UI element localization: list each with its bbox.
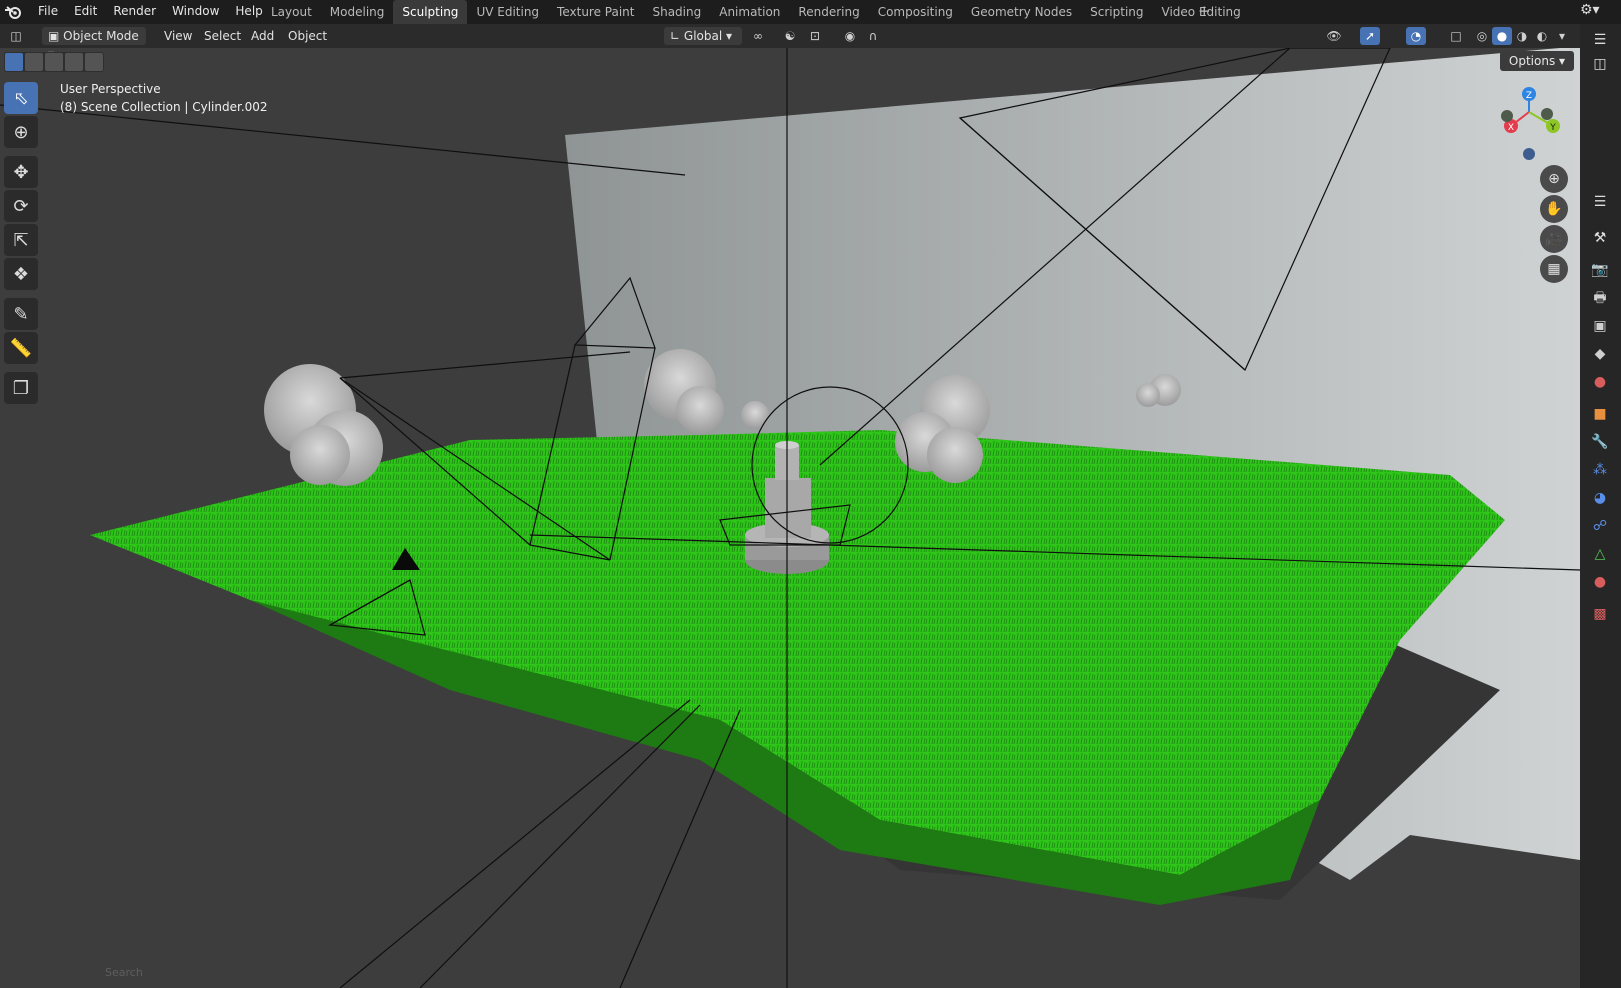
viewport-header: ◫ ▣ Object Mode ▾ View Select Add Object… [0, 24, 1580, 61]
menu-object[interactable]: Object [288, 27, 327, 45]
tab-animation[interactable]: Animation [710, 0, 789, 24]
tab-rendering[interactable]: Rendering [789, 0, 868, 24]
pivot-icon[interactable]: ∞ [748, 27, 768, 45]
blender-logo-icon[interactable] [4, 3, 22, 21]
tab-layout[interactable]: Layout [262, 0, 321, 24]
ortho-grid-icon[interactable]: ▦ [1540, 255, 1568, 283]
main-menu: File Edit Render Window Help [30, 0, 271, 24]
gizmo-y-label: Y [1549, 123, 1556, 133]
tool-shelf: ⬁ ⊕ ✥ ⟳ ⇱ ❖ ✎ 📏 ❐ [4, 82, 42, 406]
chevron-down-icon: ▾ [1559, 54, 1566, 68]
tab-sculpting[interactable]: Sculpting [393, 0, 468, 24]
proportional-edit-icon[interactable]: ◉ [840, 27, 860, 45]
chevron-down-icon: ▾ [726, 29, 733, 43]
scene-selector-icon[interactable]: ⚙▾ [1580, 2, 1616, 22]
select-extend-icon[interactable] [25, 53, 43, 71]
selection-mode-buttons [4, 52, 104, 72]
falloff-icon[interactable]: ∩ [863, 27, 883, 45]
tab-modeling[interactable]: Modeling [321, 0, 394, 24]
bush-left [264, 364, 383, 486]
outliner-editor-icon[interactable]: ☰ [1590, 30, 1610, 50]
cursor-icon[interactable]: ⊕ [4, 116, 38, 148]
gizmo-toggle-icon[interactable]: ➚ [1360, 27, 1380, 45]
annotate-icon[interactable]: ✎ [4, 298, 38, 330]
workspace-tabs: Layout Modeling Sculpting UV Editing Tex… [262, 0, 1250, 24]
xray-toggle-icon[interactable]: □ [1446, 27, 1466, 45]
menu-select[interactable]: Select [204, 27, 241, 45]
add-cube-icon[interactable]: ❐ [4, 372, 38, 404]
modifier-icon[interactable]: 🔧 [1590, 432, 1610, 452]
perspective-label: User Perspective [60, 82, 161, 96]
tool-icon[interactable]: ⚒ [1590, 228, 1610, 248]
object-icon[interactable]: ■ [1590, 404, 1610, 424]
camera-view-icon[interactable]: 🎥 [1540, 225, 1568, 253]
scene-icon[interactable]: ◆ [1590, 344, 1610, 364]
options-dropdown[interactable]: Options ▾ [1500, 51, 1574, 71]
material-icon[interactable]: ● [1590, 572, 1610, 592]
gizmo-x-label: X [1508, 123, 1514, 133]
gizmo-z-label: Z [1526, 91, 1532, 101]
menu-render[interactable]: Render [105, 0, 164, 24]
wireframe-shading-icon[interactable]: ◎ [1472, 27, 1492, 45]
top-menubar: File Edit Render Window Help Layout Mode… [0, 0, 1621, 24]
view-layer-icon[interactable]: ▣ [1590, 316, 1610, 336]
properties-editor-icon[interactable]: ☰ [1590, 192, 1610, 212]
menu-add[interactable]: Add [251, 27, 274, 45]
menu-view[interactable]: View [164, 27, 192, 45]
move-icon[interactable]: ✥ [4, 156, 38, 188]
constraints-icon[interactable]: ☍ [1590, 516, 1610, 536]
shading-options-icon[interactable]: ▾ [1552, 27, 1572, 45]
render-icon[interactable]: 📷 [1590, 260, 1610, 280]
pan-hand-icon[interactable]: ✋ [1540, 195, 1568, 223]
rendered-shading-icon[interactable]: ◐ [1532, 27, 1552, 45]
tab-scripting[interactable]: Scripting [1081, 0, 1152, 24]
snap-toggle-icon[interactable]: ☯ [780, 27, 800, 45]
transform-orientation-dropdown[interactable]: ∟ Global ▾ [664, 27, 742, 45]
options-label: Options [1508, 54, 1556, 68]
select-new-icon[interactable] [5, 53, 23, 71]
output-icon[interactable]: 🖶 [1590, 288, 1610, 308]
material-shading-icon[interactable]: ◑ [1512, 27, 1532, 45]
mode-label: Object Mode [63, 29, 139, 43]
mode-dropdown[interactable]: ▣ Object Mode ▾ [42, 27, 146, 61]
solid-shading-icon[interactable]: ● [1492, 27, 1512, 45]
tab-compositing[interactable]: Compositing [869, 0, 962, 24]
search-field[interactable]: Search [105, 966, 165, 984]
menu-edit[interactable]: Edit [66, 0, 105, 24]
orientation-icon: ∟ [670, 29, 681, 43]
measure-icon[interactable]: 📏 [4, 332, 38, 364]
select-invert-icon[interactable] [65, 53, 83, 71]
zoom-icon[interactable]: ⊕ [1540, 165, 1568, 193]
add-workspace-button[interactable]: + [1198, 2, 1216, 22]
menu-file[interactable]: File [30, 0, 66, 24]
navigation-gizmo[interactable]: Z X Y [1485, 82, 1569, 168]
overlay-toggle-icon[interactable]: ◔ [1406, 27, 1426, 45]
select-box-icon[interactable]: ⬁ [4, 82, 38, 114]
tab-uv-editing[interactable]: UV Editing [467, 0, 548, 24]
viewport-info: User Perspective (8) Scene Collection | … [60, 80, 268, 116]
editor-type-icon[interactable]: ◫ [6, 27, 26, 45]
collection-label: (8) Scene Collection | Cylinder.002 [60, 100, 268, 114]
tab-shading[interactable]: Shading [643, 0, 710, 24]
viewport-canvas[interactable] [0, 48, 1580, 988]
texture-icon[interactable]: ▩ [1590, 604, 1610, 624]
scale-icon[interactable]: ⇱ [4, 224, 38, 256]
visibility-icon[interactable]: 👁 [1324, 27, 1344, 45]
tab-geometry-nodes[interactable]: Geometry Nodes [962, 0, 1081, 24]
object-mode-icon: ▣ [48, 29, 60, 43]
transform-icon[interactable]: ❖ [4, 258, 38, 290]
data-icon[interactable]: △ [1590, 544, 1610, 564]
select-subtract-icon[interactable] [45, 53, 63, 71]
select-intersect-icon[interactable] [85, 53, 103, 71]
particles-icon[interactable]: ⁂ [1590, 460, 1610, 480]
snap-target-icon[interactable]: ⊡ [805, 27, 825, 45]
tab-texture-paint[interactable]: Texture Paint [548, 0, 643, 24]
world-icon[interactable]: ● [1590, 372, 1610, 392]
properties-tab-column: ☰ ◫ ☰ ⚒ 📷 🖶 ▣ ◆ ● ■ 🔧 ⁂ ◕ ☍ △ ● ▩ [1580, 24, 1621, 988]
orientation-label: Global [683, 29, 723, 43]
rotate-icon[interactable]: ⟳ [4, 190, 38, 222]
outliner-toggle-icon[interactable]: ◫ [1590, 54, 1610, 74]
physics-icon[interactable]: ◕ [1590, 488, 1610, 508]
menu-window[interactable]: Window [164, 0, 227, 24]
